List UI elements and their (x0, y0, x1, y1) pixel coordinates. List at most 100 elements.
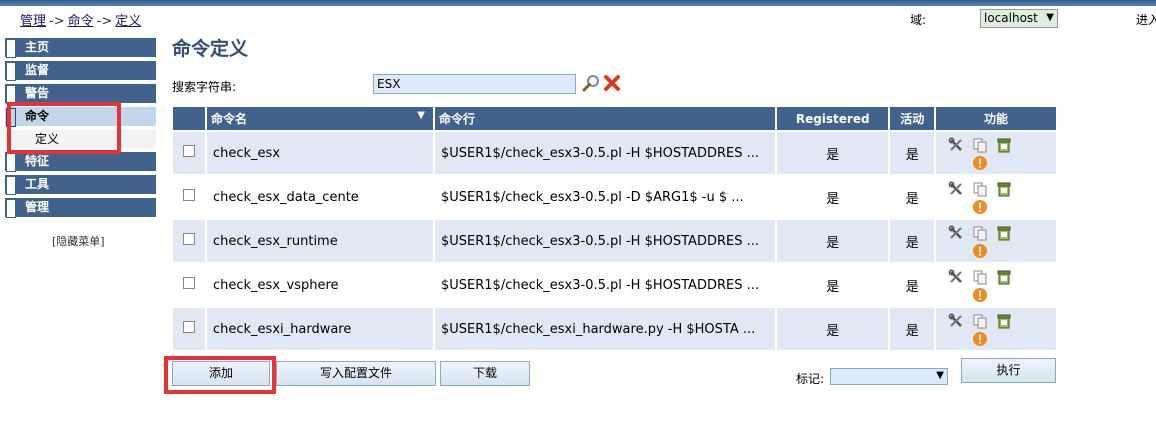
sidebar-item-commands[interactable]: 命令 (5, 107, 156, 127)
copy-icon[interactable] (972, 269, 988, 285)
info-icon[interactable] (972, 287, 988, 303)
sidebar-subitem-definition[interactable]: 定义 (5, 130, 156, 148)
commands-table: 命令名 ▼ 命令行 Registered 活动 功能 check_esx $USER… (171, 105, 1058, 352)
command-name-cell[interactable]: check_esx (207, 132, 433, 174)
sidebar-item-monitor[interactable]: 监督 (5, 61, 156, 81)
sidebar: 主页 监督 警告 命令 定义 特征 工具 管理 (5, 38, 156, 221)
registered-cell: 是 (777, 132, 889, 174)
breadcrumb-definition[interactable]: 定义 (115, 14, 141, 29)
search-label: 搜索字符串: (172, 80, 237, 94)
sidebar-item-label: 警告 (25, 86, 50, 100)
row-select-cell (173, 132, 205, 174)
functions-cell (936, 220, 1056, 262)
tools-icon[interactable] (948, 225, 964, 241)
sidebar-item-label: 管理 (25, 200, 50, 214)
header-command-name[interactable]: 命令名 ▼ (207, 107, 433, 130)
info-icon[interactable] (972, 243, 988, 259)
add-button[interactable]: 添加 (172, 361, 270, 386)
trash-icon[interactable] (996, 137, 1012, 153)
sidebar-item-admin[interactable]: 管理 (5, 198, 156, 218)
functions-cell (936, 264, 1056, 306)
sort-arrow-icon[interactable]: ▼ (417, 110, 425, 121)
sidebar-item-alerts[interactable]: 警告 (5, 84, 156, 104)
breadcrumb: 管理 -> 命令 -> 定义 (20, 10, 141, 29)
command-line-cell: $USER1$/check_esx3-0.5.pl -D $ARG1$ -u $… (435, 176, 775, 218)
trash-icon[interactable] (996, 181, 1012, 197)
header-registered: Registered (777, 107, 889, 130)
table-row: check_esx $USER1$/check_esx3-0.5.pl -H $H… (173, 132, 1056, 174)
red-x-icon[interactable] (602, 73, 622, 93)
hide-menu-link[interactable]: [隐藏菜单] (52, 233, 105, 249)
row-checkbox[interactable] (183, 233, 195, 245)
download-button[interactable]: 下载 (440, 361, 530, 386)
trash-icon[interactable] (996, 313, 1012, 329)
breadcrumb-commands[interactable]: 命令 (68, 14, 94, 29)
write-config-button[interactable]: 写入配置文件 (276, 361, 436, 386)
table-row: check_esxi_hardware $USER1$/check_esxi_ha… (173, 308, 1056, 350)
registered-cell: 是 (777, 264, 889, 306)
command-line-cell: $USER1$/check_esx3-0.5.pl -H $HOSTADDRES… (435, 132, 775, 174)
table-row: check_esx_data_cente $USER1$/check_esx3-0… (173, 176, 1056, 218)
active-cell: 是 (890, 176, 935, 218)
active-cell: 是 (890, 220, 935, 262)
sidebar-item-label: 主页 (25, 40, 50, 54)
command-line-cell: $USER1$/check_esxi_hardware.py -H $HOSTA… (435, 308, 775, 350)
trash-icon[interactable] (996, 269, 1012, 285)
breadcrumb-admin[interactable]: 管理 (20, 14, 46, 29)
sidebar-subitem-label: 定义 (35, 132, 60, 146)
enter-label[interactable]: 进入 (1136, 11, 1156, 28)
sidebar-item-features[interactable]: 特征 (5, 152, 156, 172)
info-icon[interactable] (972, 331, 988, 347)
tools-icon[interactable] (948, 181, 964, 197)
registered-cell: 是 (777, 308, 889, 350)
header-command-line: 命令行 (435, 107, 775, 130)
page-title: 命令定义 (172, 38, 249, 60)
header-functions: 功能 (936, 107, 1056, 130)
sidebar-item-home[interactable]: 主页 (5, 38, 156, 58)
chevron-down-icon: ▼ (936, 370, 944, 381)
mark-select[interactable]: ▼ (830, 368, 948, 385)
header-active: 活动 (890, 107, 935, 130)
copy-icon[interactable] (972, 313, 988, 329)
tools-icon[interactable] (948, 313, 964, 329)
sidebar-item-label: 工具 (25, 177, 50, 191)
registered-cell: 是 (777, 176, 889, 218)
functions-cell (936, 308, 1056, 350)
row-checkbox[interactable] (183, 189, 195, 201)
row-checkbox[interactable] (183, 321, 195, 333)
row-checkbox[interactable] (183, 277, 195, 289)
command-name-cell[interactable]: check_esx_data_cente (207, 176, 433, 218)
command-name-cell[interactable]: check_esxi_hardware (207, 308, 433, 350)
table-row: check_esx_runtime $USER1$/check_esx3-0.5.… (173, 220, 1056, 262)
domain-select[interactable]: localhost ▼ (980, 9, 1058, 28)
top-window-strip (0, 0, 1156, 6)
chevron-down-icon: ▼ (1046, 12, 1054, 23)
tools-icon[interactable] (948, 137, 964, 153)
row-select-cell (173, 220, 205, 262)
functions-cell (936, 176, 1056, 218)
copy-icon[interactable] (972, 137, 988, 153)
search-input[interactable] (373, 74, 576, 94)
sidebar-item-label: 监督 (25, 63, 50, 77)
functions-cell (936, 132, 1056, 174)
active-cell: 是 (890, 308, 935, 350)
sidebar-item-label: 命令 (25, 109, 50, 123)
active-cell: 是 (890, 264, 935, 306)
copy-icon[interactable] (972, 225, 988, 241)
command-name-cell[interactable]: check_esx_runtime (207, 220, 433, 262)
magnifier-icon[interactable] (581, 73, 601, 93)
breadcrumb-separator: -> (49, 14, 65, 29)
breadcrumb-separator: -> (96, 14, 113, 29)
row-checkbox[interactable] (183, 145, 195, 157)
command-line-cell: $USER1$/check_esx3-0.5.pl -H $HOSTADDRES… (435, 220, 775, 262)
copy-icon[interactable] (972, 181, 988, 197)
header-label: 命令名 (211, 112, 248, 126)
command-name-cell[interactable]: check_esx_vsphere (207, 264, 433, 306)
trash-icon[interactable] (996, 225, 1012, 241)
registered-cell: 是 (777, 220, 889, 262)
tools-icon[interactable] (948, 269, 964, 285)
info-icon[interactable] (972, 155, 988, 171)
execute-button[interactable]: 执行 (961, 358, 1056, 383)
info-icon[interactable] (972, 199, 988, 215)
sidebar-item-tools[interactable]: 工具 (5, 175, 156, 195)
